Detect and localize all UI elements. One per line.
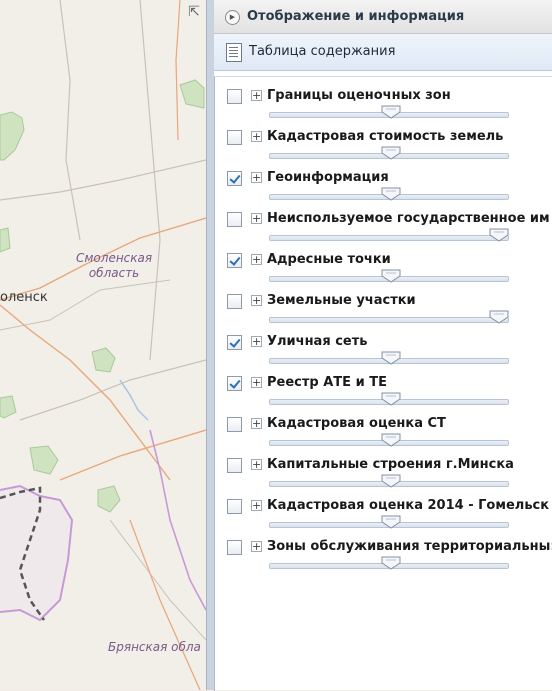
expand-plus-icon[interactable]: + [251, 500, 262, 511]
layer-visibility-checkbox[interactable] [227, 130, 242, 145]
layer-visibility-checkbox[interactable] [227, 376, 242, 391]
opacity-slider-track[interactable] [269, 317, 509, 323]
layer-name: Земельные участки [267, 293, 416, 308]
expand-plus-icon[interactable]: + [251, 295, 262, 306]
layer-visibility-checkbox[interactable] [227, 212, 242, 227]
opacity-slider-thumb[interactable] [381, 187, 401, 201]
layer-name: Кадастровая оценка СТ [267, 416, 446, 431]
layer-list: + Границы оценочных зон + Кадастровая стоим… [214, 76, 552, 691]
layer-visibility-checkbox[interactable] [227, 458, 242, 473]
layer-name: Неиспользуемое государственное им [267, 211, 550, 226]
opacity-slider-thumb[interactable] [381, 269, 401, 283]
expand-plus-icon[interactable]: + [251, 418, 262, 429]
opacity-slider-thumb[interactable] [381, 433, 401, 447]
layer-row: + Неиспользуемое государственное им [215, 206, 552, 247]
layer-name: Реестр АТЕ и ТЕ [267, 375, 387, 390]
layer-name: Геоинформация [267, 170, 389, 185]
expand-plus-icon[interactable]: + [251, 90, 262, 101]
layer-name: Границы оценочных зон [267, 88, 451, 103]
city-label: оленск [0, 290, 48, 305]
layer-visibility-checkbox[interactable] [227, 253, 242, 268]
layer-row: + Кадастровая оценка СТ [215, 411, 552, 452]
opacity-slider-thumb[interactable] [489, 228, 509, 242]
toc-label: Таблица содержания [249, 44, 396, 59]
panel-title: Отображение и информация [247, 9, 465, 24]
layer-visibility-checkbox[interactable] [227, 499, 242, 514]
opacity-slider-thumb[interactable] [381, 351, 401, 365]
layer-name: Адресные точки [267, 252, 391, 267]
opacity-slider-track[interactable] [269, 235, 509, 241]
table-of-contents-icon [226, 43, 242, 62]
layer-row: + Кадастровая стоимость земель [215, 124, 552, 165]
expand-plus-icon[interactable]: + [251, 254, 262, 265]
region2-label: Брянская обла [108, 640, 201, 654]
expand-plus-icon[interactable]: + [251, 172, 262, 183]
layer-visibility-checkbox[interactable] [227, 540, 242, 555]
opacity-slider-thumb[interactable] [381, 105, 401, 119]
layer-name: Кадастровая стоимость земель [267, 129, 504, 144]
layer-row: + Земельные участки [215, 288, 552, 329]
collapse-arrow-icon[interactable]: ▶ [225, 10, 240, 25]
layer-row: + Реестр АТЕ и ТЕ [215, 370, 552, 411]
opacity-slider-thumb[interactable] [381, 515, 401, 529]
layer-visibility-checkbox[interactable] [227, 171, 242, 186]
expand-plus-icon[interactable]: + [251, 213, 262, 224]
layer-row: + Капитальные строения г.Минска [215, 452, 552, 493]
expand-plus-icon[interactable]: + [251, 377, 262, 388]
expand-plus-icon[interactable]: + [251, 459, 262, 470]
expand-plus-icon[interactable]: + [251, 541, 262, 552]
layer-visibility-checkbox[interactable] [227, 89, 242, 104]
map-view[interactable]: Смоленская область оленск Брянская обла … [0, 0, 206, 690]
layer-row: + Уличная сеть [215, 329, 552, 370]
toc-header: Таблица содержания [214, 34, 552, 71]
expand-plus-icon[interactable]: + [251, 336, 262, 347]
panel-header[interactable]: ▶ Отображение и информация [214, 0, 552, 34]
expand-plus-icon[interactable]: + [251, 131, 262, 142]
layer-name: Капитальные строения г.Минска [267, 457, 514, 472]
layer-row: + Зоны обслуживания территориальны: [215, 534, 552, 575]
layer-row: + Адресные точки [215, 247, 552, 288]
map-basemap [0, 0, 206, 690]
layer-row: + Границы оценочных зон [215, 83, 552, 124]
collapse-panel-icon[interactable]: ⇱ [185, 3, 203, 21]
layer-name: Зоны обслуживания территориальны: [267, 539, 552, 554]
layer-visibility-checkbox[interactable] [227, 294, 242, 309]
layer-row: + Кадастровая оценка 2014 - Гомельск [215, 493, 552, 534]
opacity-slider-thumb[interactable] [381, 556, 401, 570]
opacity-slider-thumb[interactable] [381, 146, 401, 160]
opacity-slider-thumb[interactable] [381, 474, 401, 488]
layer-name: Уличная сеть [267, 334, 368, 349]
layer-visibility-checkbox[interactable] [227, 335, 242, 350]
layer-name: Кадастровая оценка 2014 - Гомельск [267, 498, 550, 513]
opacity-slider-thumb[interactable] [381, 392, 401, 406]
info-panel: ▶ Отображение и информация Таблица содер… [214, 0, 552, 691]
layer-visibility-checkbox[interactable] [227, 417, 242, 432]
layer-row: + Геоинформация [215, 165, 552, 206]
region-label: Смоленская область [76, 251, 153, 280]
opacity-slider-thumb[interactable] [489, 310, 509, 324]
